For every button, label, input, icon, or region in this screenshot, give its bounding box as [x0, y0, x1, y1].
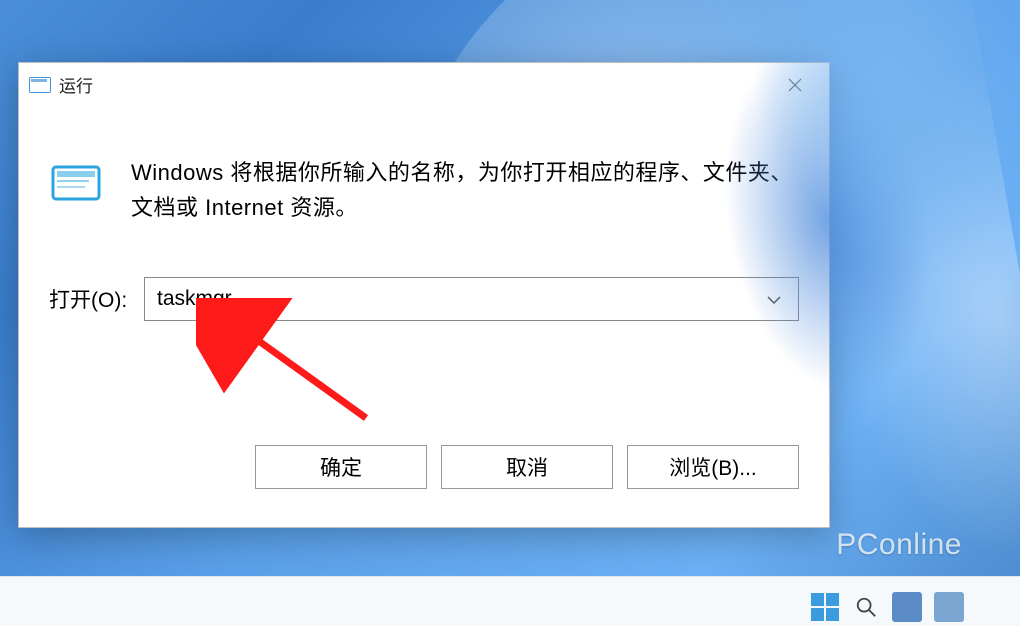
chevron-down-icon[interactable] [762, 287, 786, 311]
run-dialog-icon [29, 75, 51, 95]
cancel-button[interactable]: 取消 [441, 445, 613, 489]
close-icon [787, 77, 803, 93]
watermark-text: PConline [836, 528, 962, 562]
dialog-description: Windows 将根据你所输入的名称，为你打开相应的程序、文件夹、文档或 Int… [131, 155, 799, 225]
open-combobox[interactable] [144, 277, 799, 321]
dialog-title: 运行 [59, 72, 771, 97]
run-dialog: 运行 Windows 将根据你所输入的名称，为你打开相应的程序、文件夹、文档或 … [18, 62, 830, 528]
close-button[interactable] [771, 69, 819, 101]
ok-button[interactable]: 确定 [255, 445, 427, 489]
taskbar-search-icon[interactable] [852, 593, 880, 621]
taskbar-app-icon[interactable] [934, 592, 964, 622]
titlebar: 运行 [19, 63, 829, 107]
browse-button[interactable]: 浏览(B)... [627, 445, 799, 489]
taskbar[interactable] [0, 576, 1020, 626]
open-label: 打开(O): [49, 284, 144, 314]
start-button[interactable] [810, 592, 840, 622]
open-input[interactable] [157, 287, 762, 311]
dialog-content: Windows 将根据你所输入的名称，为你打开相应的程序、文件夹、文档或 Int… [19, 107, 829, 527]
desktop-wallpaper: 运行 Windows 将根据你所输入的名称，为你打开相应的程序、文件夹、文档或 … [0, 0, 1020, 576]
run-large-icon [49, 161, 109, 209]
taskbar-app-icon[interactable] [892, 592, 922, 622]
